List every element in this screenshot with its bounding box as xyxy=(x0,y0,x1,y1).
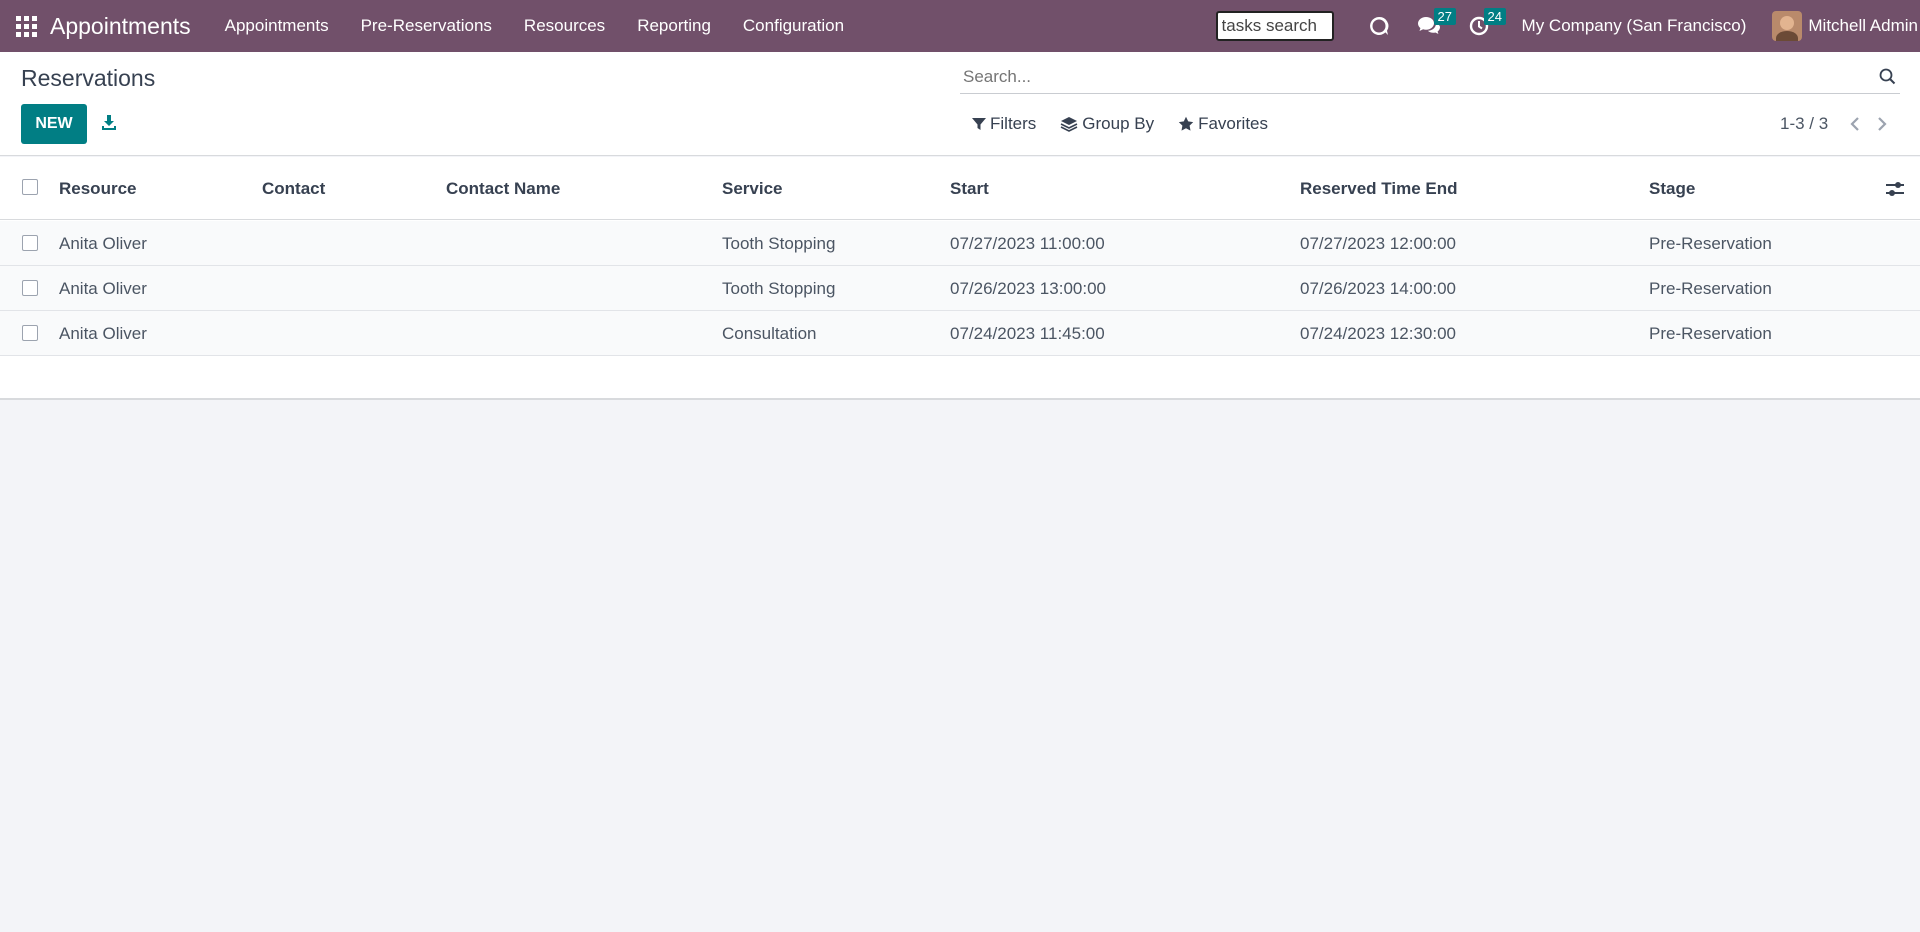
layers-icon xyxy=(1060,117,1078,132)
column-header-contact[interactable]: Contact xyxy=(262,179,325,199)
menu-item-appointments[interactable]: Appointments xyxy=(209,16,345,36)
cell-stage: Pre-Reservation xyxy=(1649,324,1772,343)
row-checkbox[interactable] xyxy=(22,280,38,296)
filters-label: Filters xyxy=(990,114,1037,133)
navbar-systray: 27 24 My Company (San Francisco) Mitchel… xyxy=(1215,0,1920,52)
row-checkbox[interactable] xyxy=(22,235,38,251)
cell-stage: Pre-Reservation xyxy=(1649,279,1772,298)
chevron-left-icon[interactable] xyxy=(1847,114,1863,134)
cell-service: Tooth Stopping xyxy=(722,234,836,253)
app-brand[interactable]: Appointments xyxy=(50,13,191,40)
page-title: Reservations xyxy=(21,65,156,91)
filter-icon xyxy=(972,118,986,130)
top-navbar: Appointments Appointments Pre-Reservatio… xyxy=(0,0,1920,52)
avatar xyxy=(1772,11,1803,41)
cell-service: Consultation xyxy=(722,324,817,343)
column-header-reserved-time-end[interactable]: Reserved Time End xyxy=(1300,179,1457,199)
cell-start: 07/24/2023 11:45:00 xyxy=(950,324,1105,343)
favorites-button[interactable]: Favorites xyxy=(1178,114,1268,134)
company-switcher[interactable]: My Company (San Francisco) xyxy=(1522,16,1747,36)
menu-item-pre-reservations[interactable]: Pre-Reservations xyxy=(345,16,508,36)
pager-value[interactable]: 1-3 / 3 xyxy=(1780,114,1828,134)
menu-item-reporting[interactable]: Reporting xyxy=(621,16,727,36)
column-header-start[interactable]: Start xyxy=(950,179,989,199)
voip-icon[interactable] xyxy=(1364,11,1394,41)
download-icon[interactable] xyxy=(98,110,120,136)
table-row[interactable]: Anita Oliver Tooth Stopping 07/27/2023 1… xyxy=(0,221,1920,266)
table-header: Resource Contact Contact Name Service St… xyxy=(0,157,1920,220)
cell-end: 07/26/2023 14:00:00 xyxy=(1300,279,1456,298)
user-menu[interactable]: Mitchell Admin xyxy=(1772,11,1918,41)
column-header-resource[interactable]: Resource xyxy=(59,179,136,199)
cell-resource: Anita Oliver xyxy=(59,324,147,343)
group-by-button[interactable]: Group By xyxy=(1060,114,1154,134)
favorites-label: Favorites xyxy=(1198,114,1269,133)
table-row[interactable]: Anita Oliver Consultation 07/24/2023 11:… xyxy=(0,311,1920,356)
cell-service: Tooth Stopping xyxy=(722,279,836,298)
group-by-label: Group By xyxy=(1082,114,1155,133)
column-header-service[interactable]: Service xyxy=(722,179,783,199)
menu-item-resources[interactable]: Resources xyxy=(508,16,621,36)
new-button[interactable]: NEW xyxy=(21,104,87,144)
table-row[interactable]: Anita Oliver Tooth Stopping 07/26/2023 1… xyxy=(0,266,1920,311)
star-icon xyxy=(1178,116,1194,131)
select-all-checkbox[interactable] xyxy=(22,179,38,195)
search-options: Filters Group By Favorites xyxy=(972,114,1292,134)
messages-count-badge: 27 xyxy=(1433,8,1457,25)
activities-count-badge: 24 xyxy=(1483,8,1507,25)
list-view: Resource Contact Contact Name Service St… xyxy=(0,157,1920,400)
activities-clock-icon[interactable]: 24 xyxy=(1464,8,1507,41)
chevron-right-icon[interactable] xyxy=(1874,114,1890,134)
menu-item-configuration[interactable]: Configuration xyxy=(727,16,860,36)
search-bar xyxy=(960,60,1900,94)
messages-icon[interactable]: 27 xyxy=(1414,8,1457,41)
cell-stage: Pre-Reservation xyxy=(1649,234,1772,253)
search-input[interactable] xyxy=(960,66,1876,87)
column-header-stage[interactable]: Stage xyxy=(1649,179,1695,199)
search-icon[interactable] xyxy=(1876,66,1898,88)
tasks-search-input[interactable] xyxy=(1215,11,1334,41)
cell-resource: Anita Oliver xyxy=(59,279,147,298)
cell-end: 07/27/2023 12:00:00 xyxy=(1300,234,1456,253)
row-checkbox[interactable] xyxy=(22,325,38,341)
cell-start: 07/27/2023 11:00:00 xyxy=(950,234,1105,253)
control-panel: Reservations NEW Filters Group By Favori… xyxy=(0,52,1920,156)
cell-end: 07/24/2023 12:30:00 xyxy=(1300,324,1456,343)
app-grid-icon[interactable] xyxy=(14,14,38,38)
column-settings-icon[interactable] xyxy=(1885,180,1905,198)
cell-start: 07/26/2023 13:00:00 xyxy=(950,279,1106,298)
cell-resource: Anita Oliver xyxy=(59,234,147,253)
user-name: Mitchell Admin xyxy=(1808,16,1918,35)
column-header-contact-name[interactable]: Contact Name xyxy=(446,179,560,199)
filters-button[interactable]: Filters xyxy=(972,114,1036,134)
